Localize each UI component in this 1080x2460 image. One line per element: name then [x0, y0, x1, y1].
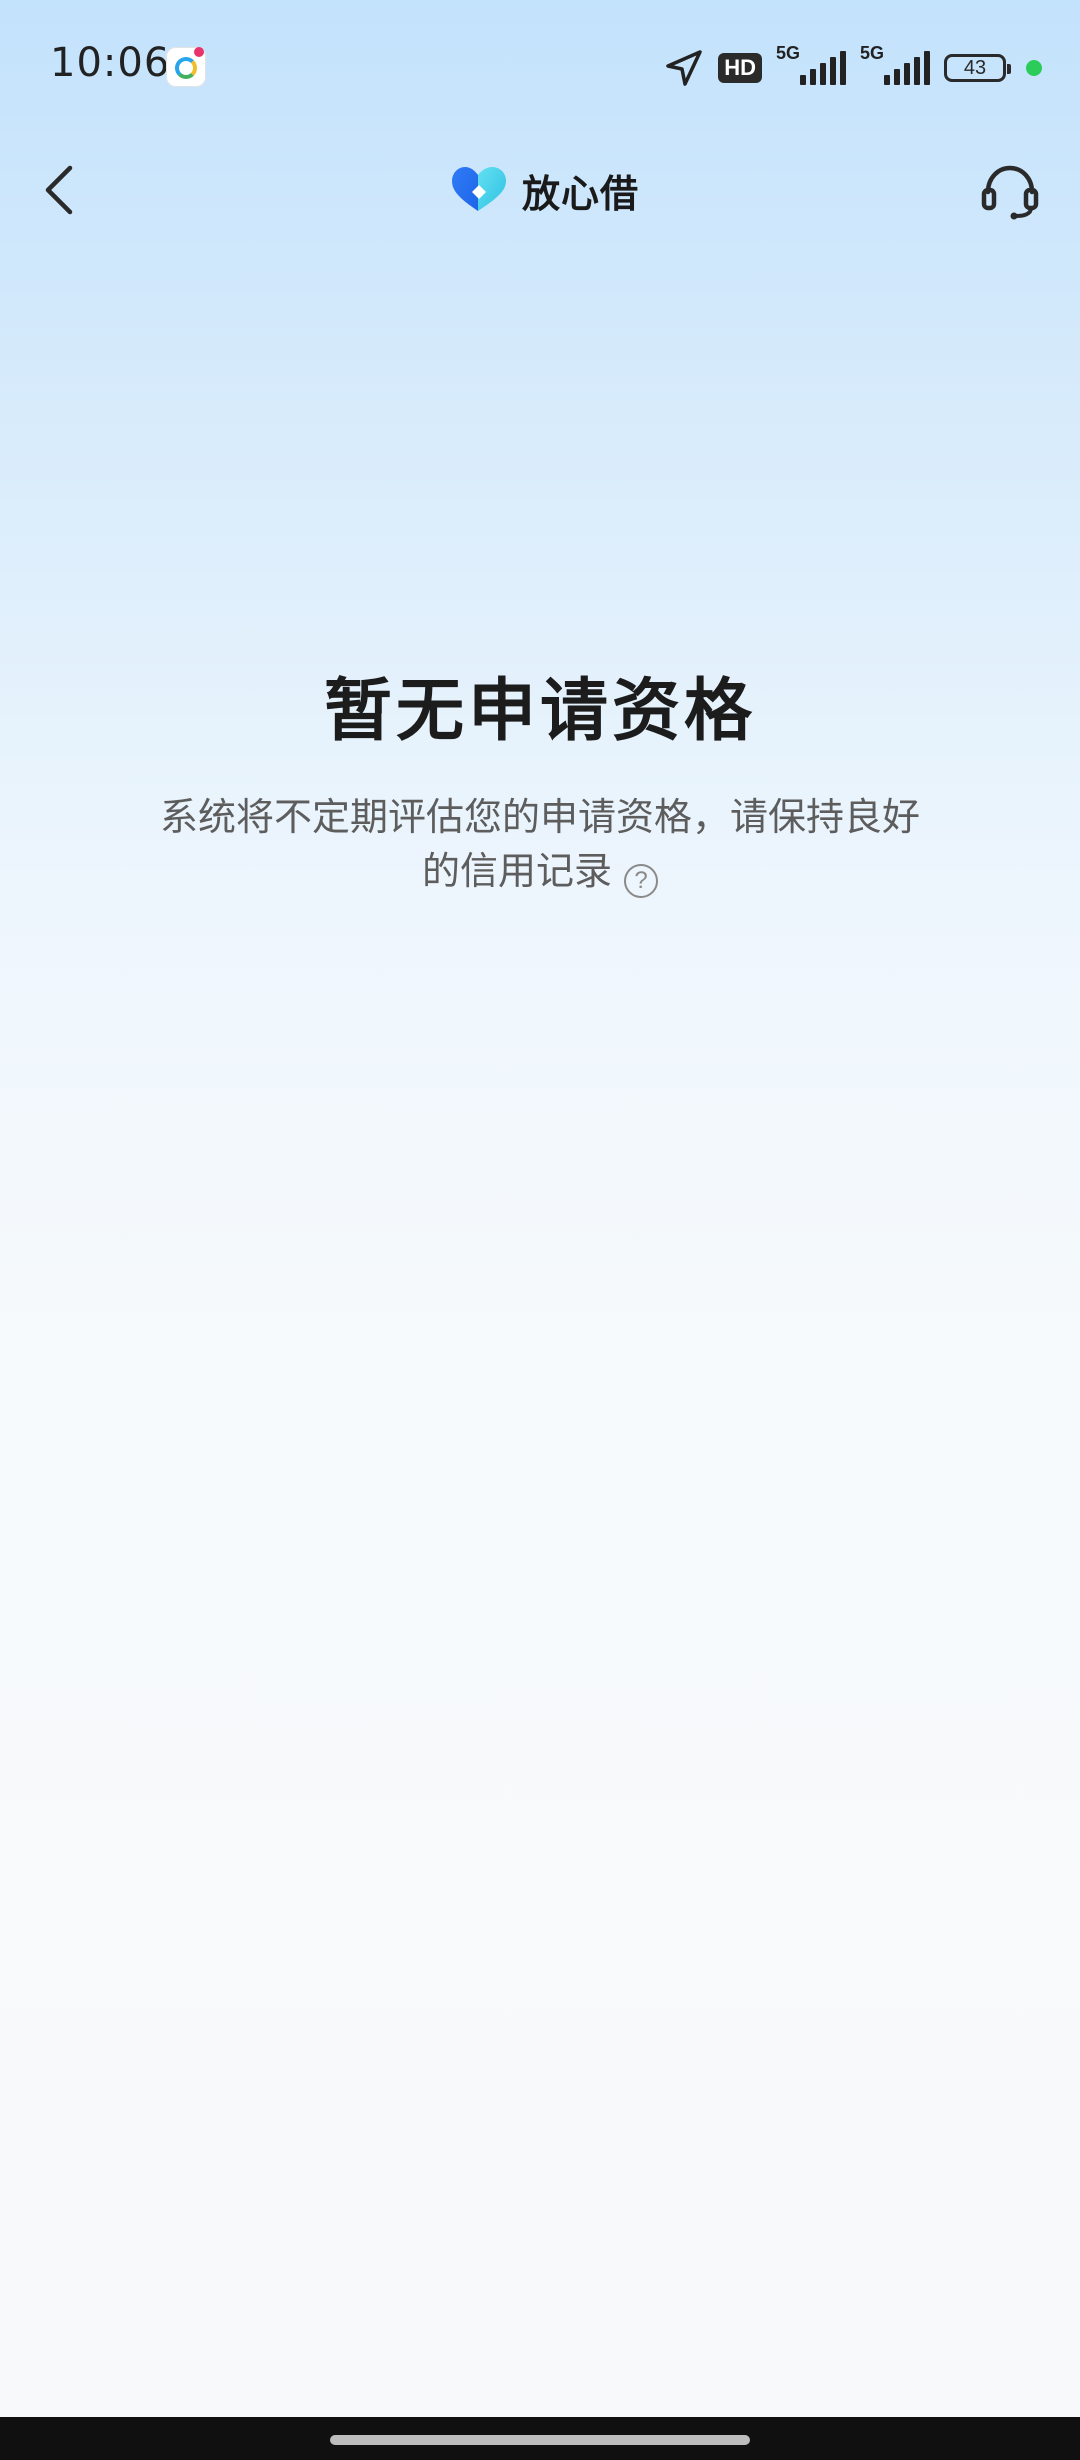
signal-1-label: 5G — [776, 43, 801, 63]
customer-service-button[interactable] — [976, 156, 1044, 224]
header: 放心借 — [0, 140, 1080, 240]
brand-name: 放心借 — [522, 171, 640, 216]
status-time: 10:06 — [50, 40, 171, 86]
cellular-signal-2-icon: 5G — [860, 43, 930, 89]
brand: 放心借 — [450, 162, 639, 218]
status-bar: 10:06 HD 5G 5G 43 — [0, 0, 1080, 130]
location-icon — [664, 48, 704, 88]
hd-voice-badge: HD — [718, 53, 762, 83]
privacy-indicator-dot — [1026, 60, 1042, 76]
system-navigation-bar — [0, 2417, 1080, 2460]
status-indicators: HD 5G 5G 43 — [664, 43, 1042, 92]
back-button[interactable] — [30, 160, 90, 220]
home-indicator[interactable] — [330, 2435, 750, 2445]
battery-icon: 43 — [944, 54, 1011, 82]
description-text: 系统将不定期评估您的申请资格，请保持良好的信用记录 — [159, 795, 920, 893]
signal-2-label: 5G — [860, 43, 885, 63]
help-icon[interactable]: ? — [624, 864, 658, 898]
notification-app-icon — [166, 47, 206, 87]
headset-icon — [981, 165, 1039, 220]
eligibility-description: 系统将不定期评估您的申请资格，请保持良好的信用记录? — [150, 790, 930, 898]
cellular-signal-1-icon: 5G — [776, 43, 846, 89]
chevron-left-icon — [45, 165, 73, 215]
battery-level: 43 — [963, 56, 987, 79]
page-title: 暂无申请资格 — [323, 672, 756, 751]
heart-logo-icon — [452, 167, 506, 211]
